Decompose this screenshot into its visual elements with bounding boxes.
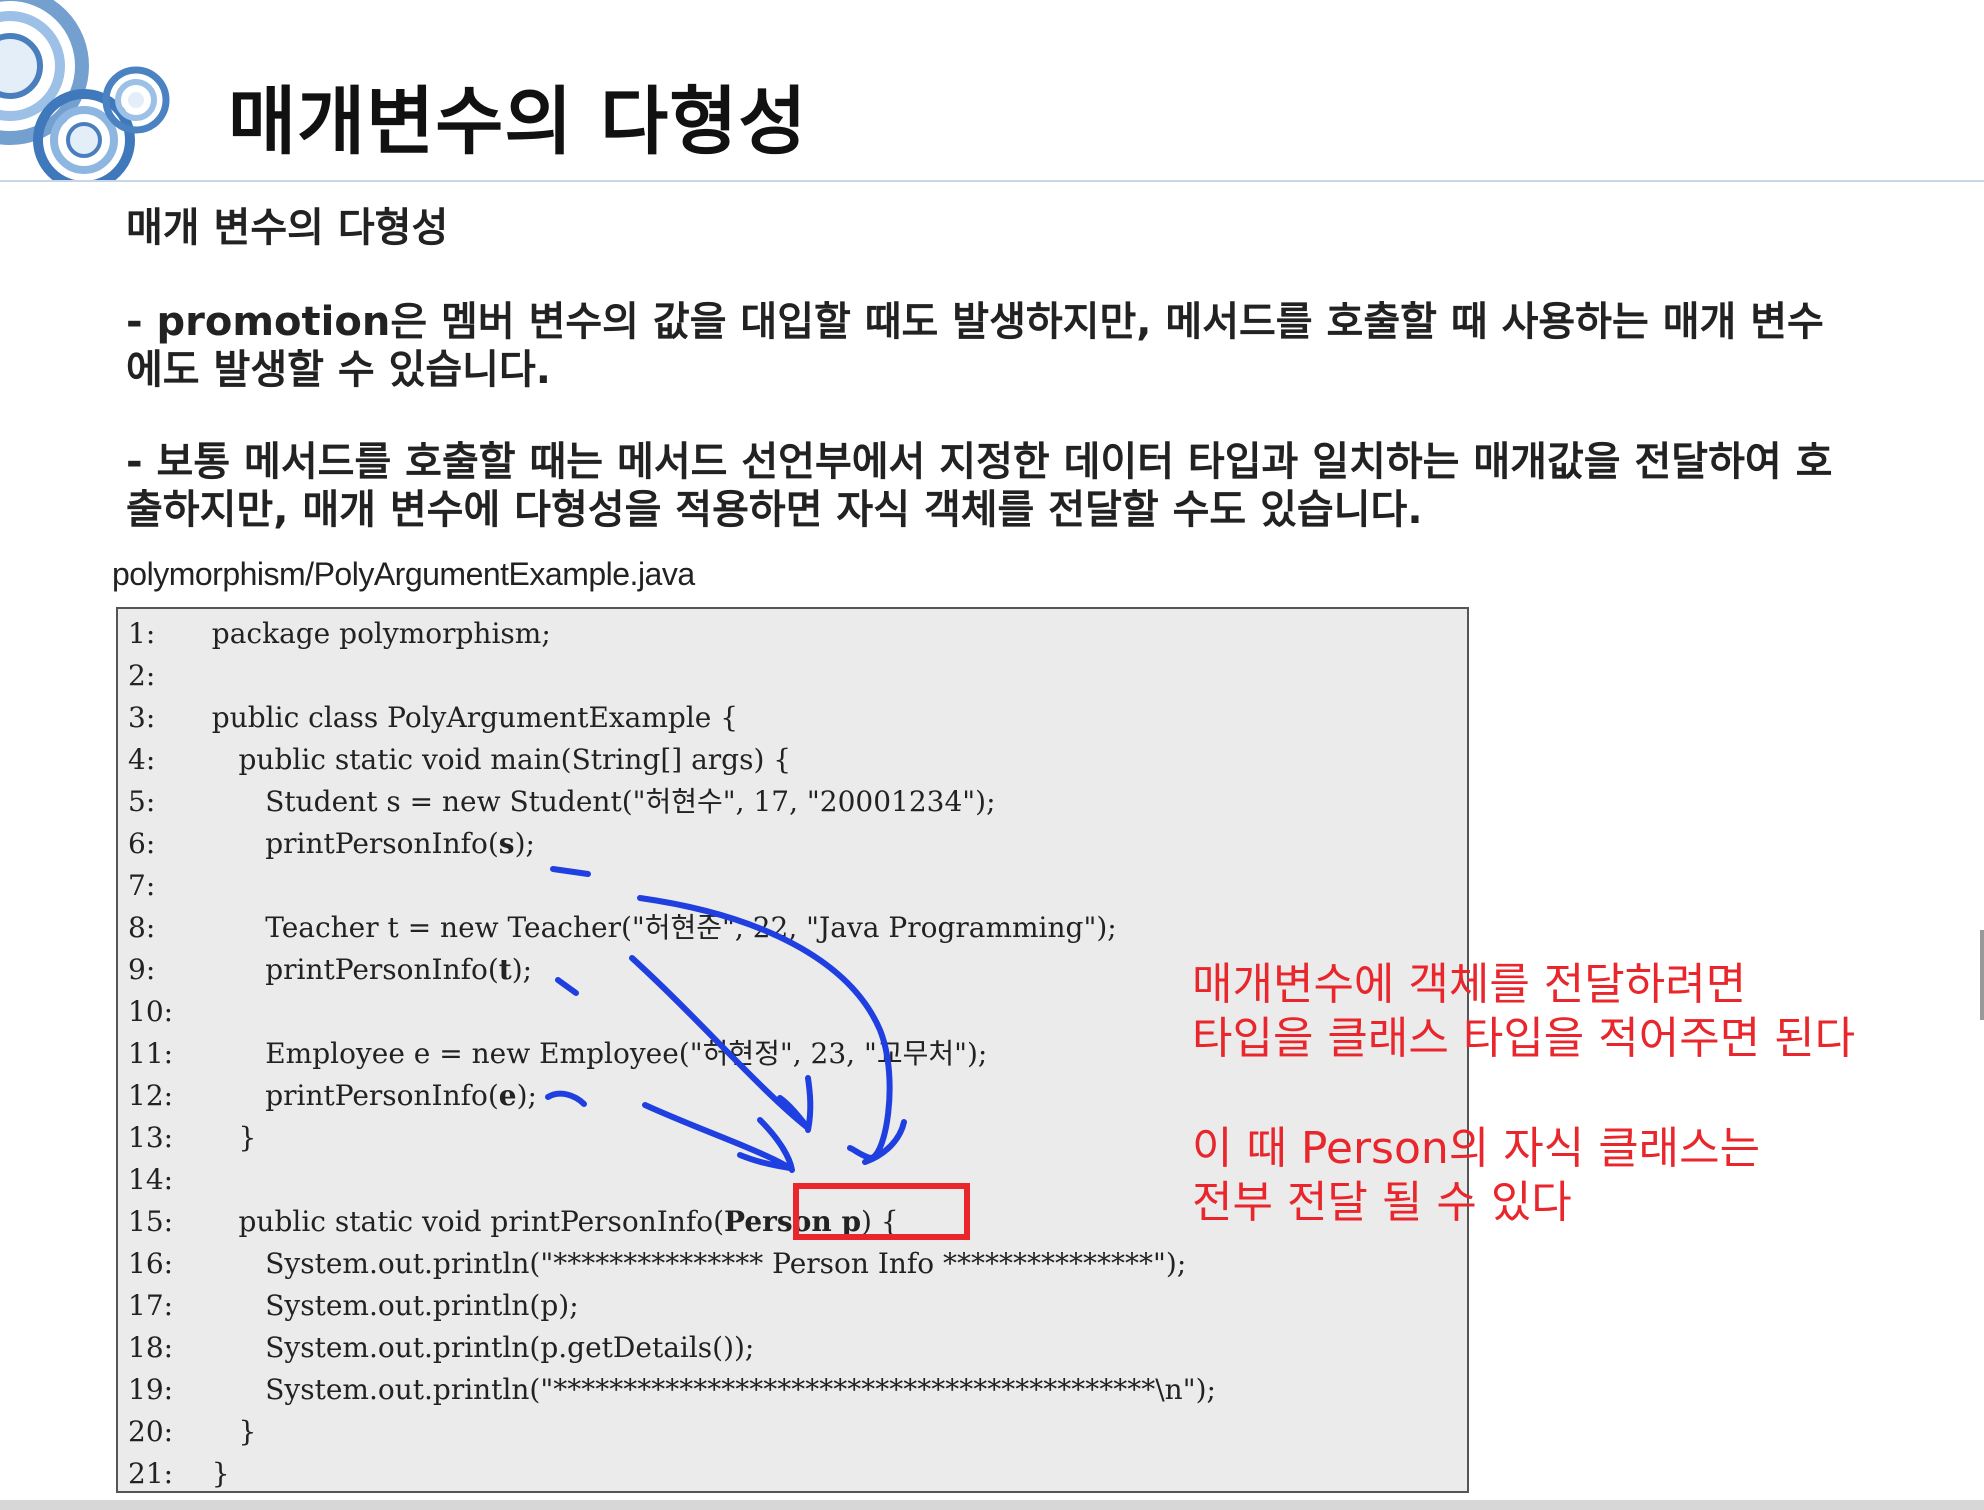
annotation-note-1: 매개변수에 객체를 전달하려면 타입을 클래스 타입을 적어주면 된다	[1192, 959, 1856, 1064]
code-line: 4: public static void main(String[] args…	[128, 740, 791, 780]
line-number: 10:	[128, 995, 174, 1028]
code-text: Teacher t = new Teacher("허현준", 22, "Java…	[194, 911, 1117, 944]
code-text: Student s = new Student("허현수", 17, "2000…	[194, 785, 996, 818]
code-text: Employee e = new Employee("허현정", 23, "교무…	[194, 1037, 988, 1070]
line-number: 13:	[128, 1121, 174, 1154]
code-text-bold: t	[498, 953, 512, 986]
line-number: 1:	[128, 617, 156, 650]
line-number: 2:	[128, 659, 156, 692]
code-text: }	[194, 1415, 257, 1448]
code-line: 12: printPersonInfo(e);	[128, 1076, 537, 1116]
slide-header: 매개변수의 다형성	[0, 0, 1984, 182]
line-number: 9:	[128, 953, 156, 986]
code-line: 9: printPersonInfo(t);	[128, 950, 532, 990]
code-text: );	[514, 827, 535, 860]
page-title: 매개변수의 다형성	[228, 79, 808, 165]
code-line: 21: }	[128, 1454, 230, 1494]
code-text: System.out.println(p);	[194, 1289, 579, 1322]
code-text: System.out.println("********************…	[194, 1373, 1216, 1406]
line-number: 5:	[128, 785, 156, 818]
code-line: 11: Employee e = new Employee("허현정", 23,…	[128, 1034, 987, 1074]
code-text: package polymorphism;	[194, 617, 551, 650]
circles-logo-icon	[0, 0, 170, 182]
code-line: 10:	[128, 992, 194, 1032]
code-line: 14:	[128, 1160, 194, 1200]
line-number: 8:	[128, 911, 156, 944]
code-text: System.out.println(p.getDetails());	[194, 1331, 755, 1364]
code-line: 7:	[128, 866, 194, 906]
code-text: printPersonInfo(	[194, 1079, 499, 1112]
line-number: 14:	[128, 1163, 174, 1196]
annotation-note-2: 이 때 Person의 자식 클래스는 전부 전달 될 수 있다	[1192, 1123, 1761, 1228]
code-text: );	[511, 953, 533, 986]
line-number: 7:	[128, 869, 156, 902]
code-text-bold: e	[498, 1079, 517, 1112]
code-line: 17: System.out.println(p);	[128, 1286, 579, 1326]
code-text: printPersonInfo(	[194, 827, 499, 860]
line-number: 11:	[128, 1037, 174, 1070]
bottom-strip	[0, 1500, 1984, 1510]
line-number: 17:	[128, 1289, 174, 1322]
code-text: printPersonInfo(	[194, 953, 499, 986]
right-edge-marker	[1980, 930, 1984, 1020]
code-text: public static void printPersonInfo(	[194, 1205, 725, 1238]
paragraph-promotion: - promotion은 멤버 변수의 값을 대입할 때도 발생하지만, 메서드…	[126, 299, 1824, 393]
code-text: );	[516, 1079, 537, 1112]
code-line: 15: public static void printPersonInfo(P…	[128, 1202, 899, 1242]
line-number: 19:	[128, 1373, 174, 1406]
line-number: 4:	[128, 743, 156, 776]
code-text: }	[194, 1457, 230, 1490]
code-line: 16: System.out.println("*************** …	[128, 1244, 1186, 1284]
line-number: 21:	[128, 1457, 174, 1490]
code-text-bold: s	[498, 827, 515, 860]
line-number: 6:	[128, 827, 156, 860]
code-text: public static void main(String[] args) {	[194, 743, 792, 776]
person-parameter-highlight	[793, 1183, 970, 1240]
code-line: 3: public class PolyArgumentExample {	[128, 698, 738, 738]
paragraph-polymorphism: - 보통 메서드를 호출할 때는 메서드 선언부에서 지정한 데이터 타입과 일…	[126, 439, 1833, 533]
code-line: 1: package polymorphism;	[128, 614, 551, 654]
line-number: 15:	[128, 1205, 174, 1238]
code-line: 2:	[128, 656, 194, 696]
code-line: 6: printPersonInfo(s);	[128, 824, 535, 864]
code-filename: polymorphism/PolyArgumentExample.java	[112, 556, 695, 592]
code-line: 13: }	[128, 1118, 256, 1158]
line-number: 16:	[128, 1247, 174, 1280]
line-number: 18:	[128, 1331, 174, 1364]
code-line: 20: }	[128, 1412, 256, 1452]
section-subtitle: 매개 변수의 다형성	[126, 205, 449, 251]
line-number: 20:	[128, 1415, 174, 1448]
code-text: }	[194, 1121, 257, 1154]
code-line: 18: System.out.println(p.getDetails());	[128, 1328, 754, 1368]
header-divider	[0, 180, 1984, 182]
code-line: 5: Student s = new Student("허현수", 17, "2…	[128, 782, 996, 822]
code-line: 8: Teacher t = new Teacher("허현준", 22, "J…	[128, 908, 1117, 948]
line-number: 3:	[128, 701, 156, 734]
code-line: 19: System.out.println("****************…	[128, 1370, 1216, 1410]
line-number: 12:	[128, 1079, 174, 1112]
code-text: public class PolyArgumentExample {	[194, 701, 739, 734]
code-text: System.out.println("*************** Pers…	[194, 1247, 1187, 1280]
